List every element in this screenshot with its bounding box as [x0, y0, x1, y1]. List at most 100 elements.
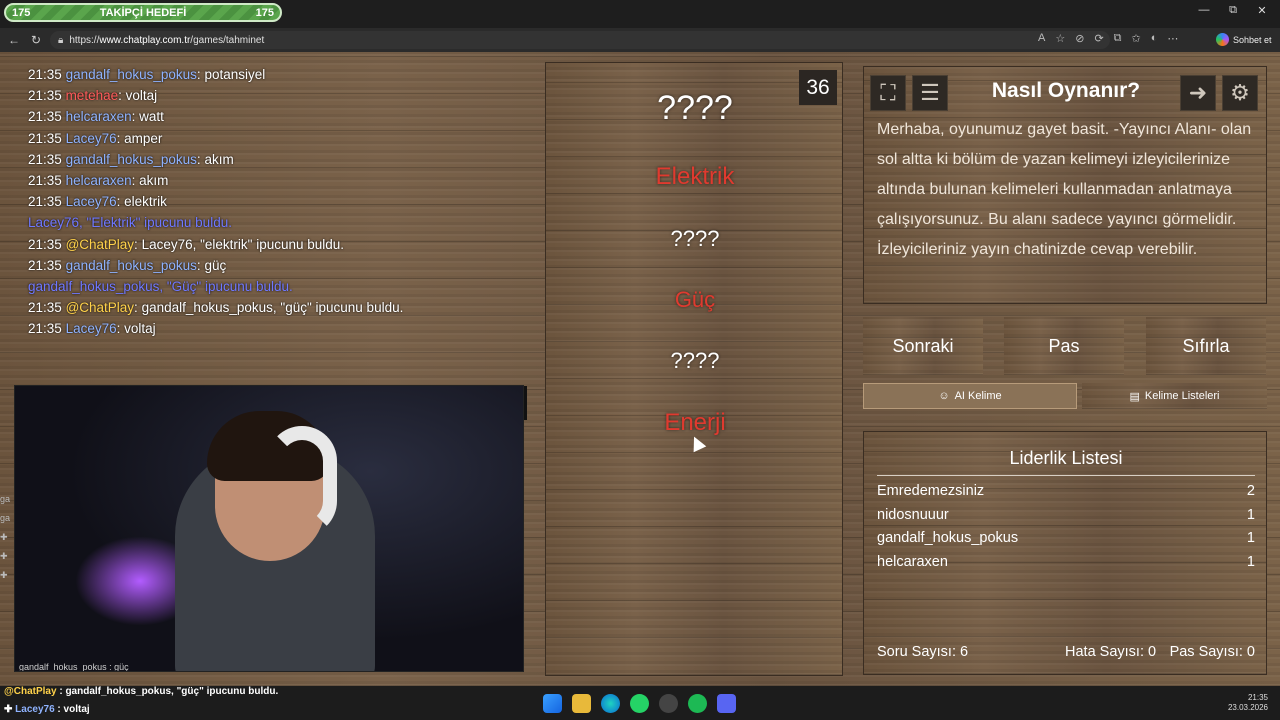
logout-icon[interactable]: ➜	[1180, 75, 1216, 111]
chat-username: Lacey76	[65, 194, 117, 210]
read-aloud-icon[interactable]: A	[1038, 32, 1045, 45]
how-to-text: Merhaba, oyunumuz gayet basit. -Yayıncı …	[877, 121, 1252, 258]
taskbar: @ChatPlay : gandalf_hokus_pokus, "güç" i…	[0, 686, 1280, 720]
goal-label: TAKİPÇİ HEDEFİ	[99, 6, 187, 19]
chat-message: amper	[124, 130, 163, 146]
chat-line: 21:35 Lacey76: elektrik	[28, 194, 167, 210]
favorite-icon[interactable]: ☆	[1055, 32, 1065, 45]
split-icon[interactable]: ⧉	[1114, 32, 1122, 45]
settings-gear-icon[interactable]: ⚙	[1222, 75, 1258, 111]
leaderboard-row: gandalf_hokus_pokus 1	[877, 527, 1255, 551]
chat-line: 21:35 gandalf_hokus_pokus: potansiyel	[28, 67, 266, 82]
chat-username: @ChatPlay	[65, 300, 135, 316]
pass-button[interactable]: Pas	[1004, 317, 1124, 375]
copilot-button[interactable]: Sohbet et	[1216, 33, 1272, 46]
app: 175 TAKİPÇİ HEDEFİ 175 — ⧉ ✕ ← ↻ 🔒︎ http…	[0, 0, 1280, 720]
chat-username: gandalf_hokus_pokus	[65, 67, 197, 82]
taskbar-apps	[543, 694, 736, 713]
file-explorer-icon[interactable]	[572, 694, 591, 713]
whatsapp-icon[interactable]	[630, 694, 649, 713]
collections-icon[interactable]: ✩	[1132, 32, 1141, 45]
player-name: Emredemezsiniz	[877, 483, 985, 499]
word-lists-button[interactable]: ▤ Kelime Listeleri	[1082, 383, 1267, 409]
chat-username: helcaraxen	[65, 109, 132, 125]
taskbar-chat-text: voltaj	[63, 704, 90, 715]
chat-line: 21:35 @ChatPlay: Lacey76, "elektrik" ipu…	[28, 236, 345, 252]
extensions-icon[interactable]: ⟳	[1094, 32, 1103, 45]
taskbar-chat-line-2: ✚ Lacey76 : voltaj	[4, 704, 90, 715]
chat-message: potansiyel	[204, 67, 266, 82]
player-name: gandalf_hokus_pokus	[877, 530, 1019, 546]
leaderboard-rows: Emredemezsiniz 2 nidosnuuur 1 gandalf_hokus_…	[877, 480, 1255, 574]
chat-username: metehae	[65, 88, 119, 104]
close-button[interactable]: ✕	[1251, 4, 1273, 17]
chat-line: gandalf_hokus_pokus, "Güç" ipucunu buldu…	[28, 276, 528, 297]
chat-time: 21:35	[28, 300, 62, 316]
chat-time: 21:35	[28, 321, 62, 337]
chat-time: 21:35	[28, 257, 62, 273]
chat-username: @ChatPlay	[65, 236, 135, 252]
more-icon[interactable]: ⋯	[1167, 32, 1178, 45]
player-name: helcaraxen	[877, 553, 948, 570]
chat-message: akım	[139, 173, 169, 189]
maximize-button[interactable]: ⧉	[1222, 4, 1244, 17]
obs-icon[interactable]	[659, 694, 678, 713]
chat-line: 21:35 helcaraxen: watt	[28, 109, 164, 125]
copilot-icon	[1216, 33, 1229, 46]
clock-time: 21:35	[1247, 693, 1268, 702]
chat-message: voltaj	[124, 321, 156, 337]
ai-word-button[interactable]: ☺ AI Kelime	[863, 383, 1077, 409]
chat-line: 21:35 Lacey76: voltaj	[28, 321, 156, 337]
url-field[interactable]: 🔒︎ https://www.chatplay.com.tr/games/tah…	[50, 31, 1110, 49]
taskbar-chat-user: @ChatPlay	[4, 686, 57, 697]
chat-line: Lacey76, "Elektrik" ipucunu buldu.	[28, 212, 528, 233]
lock-icon: 🔒︎	[58, 34, 64, 46]
overlay-tag: ✚	[0, 551, 8, 561]
chat-username: helcaraxen	[65, 173, 132, 189]
discord-icon[interactable]	[717, 694, 736, 713]
chat-message: voltaj	[125, 88, 158, 104]
headphones	[267, 426, 337, 536]
profile-icon[interactable]: ◐	[1151, 32, 1158, 45]
edge-icon[interactable]	[601, 694, 620, 713]
chat-time: 21:35	[28, 109, 62, 125]
chat-lines: 21:35 gandalf_hokus_pokus: potansiyel 21:…	[28, 64, 528, 340]
webcam-chat-label: gandalf_hokus_pokus : güç	[19, 662, 129, 672]
address-bar: ← ↻ 🔒︎ https://www.chatplay.com.tr/games…	[0, 28, 1280, 52]
chat-time: 21:35	[28, 130, 62, 146]
leaderboard-row: helcaraxen 1	[877, 551, 1255, 575]
chat-scrollbar[interactable]	[524, 386, 527, 420]
chat-message: gandalf_hokus_pokus, "güç" ipucunu buldu…	[141, 300, 404, 316]
leaderboard-title: Liderlik Listesi	[877, 448, 1255, 476]
word-lists-label: Kelime Listeleri	[1144, 390, 1220, 402]
question-count: Soru Sayısı: 6	[877, 644, 969, 660]
chat-username: Lacey76	[65, 130, 117, 146]
tracking-icon[interactable]: ⊘	[1075, 32, 1084, 45]
goal-left-count: 175	[12, 6, 31, 19]
player-name: nidosnuuur	[877, 506, 949, 523]
reset-button[interactable]: Sıfırla	[1146, 317, 1266, 375]
chat-line: 21:35 metehae: voltaj	[28, 88, 158, 104]
overlay-tag: ga	[0, 513, 11, 523]
top-bar: 175 TAKİPÇİ HEDEFİ 175 — ⧉ ✕	[0, 0, 1280, 28]
player-score: 1	[1246, 530, 1255, 546]
windows-start-icon[interactable]	[543, 694, 562, 713]
error-count: Hata Sayısı: 0	[1065, 644, 1157, 660]
back-icon[interactable]: ←	[8, 33, 20, 47]
system-message: Lacey76, "Elektrik" ipucunu buldu.	[28, 215, 232, 231]
chat-time: 21:35	[28, 194, 62, 210]
spotify-icon[interactable]	[688, 694, 707, 713]
follower-goal-bar: 175 TAKİPÇİ HEDEFİ 175	[4, 3, 282, 22]
leaderboard-row: nidosnuuur 1	[877, 504, 1255, 528]
refresh-icon[interactable]: ↻	[31, 33, 41, 47]
minimize-button[interactable]: —	[1193, 4, 1215, 16]
taskbar-chat-user: Lacey76	[15, 704, 55, 715]
player-score: 2	[1246, 483, 1255, 499]
taskbar-chat-text: gandalf_hokus_pokus, "güç" ipucunu buldu…	[65, 686, 279, 697]
url-path: /games/tahminet	[190, 34, 265, 46]
url-host: www.chatplay.com.tr	[99, 34, 191, 46]
chat-time: 21:35	[28, 236, 62, 252]
overlay-tag: ga	[0, 494, 11, 504]
hidden-word: ????	[670, 348, 720, 373]
next-button[interactable]: Sonraki	[863, 317, 983, 375]
